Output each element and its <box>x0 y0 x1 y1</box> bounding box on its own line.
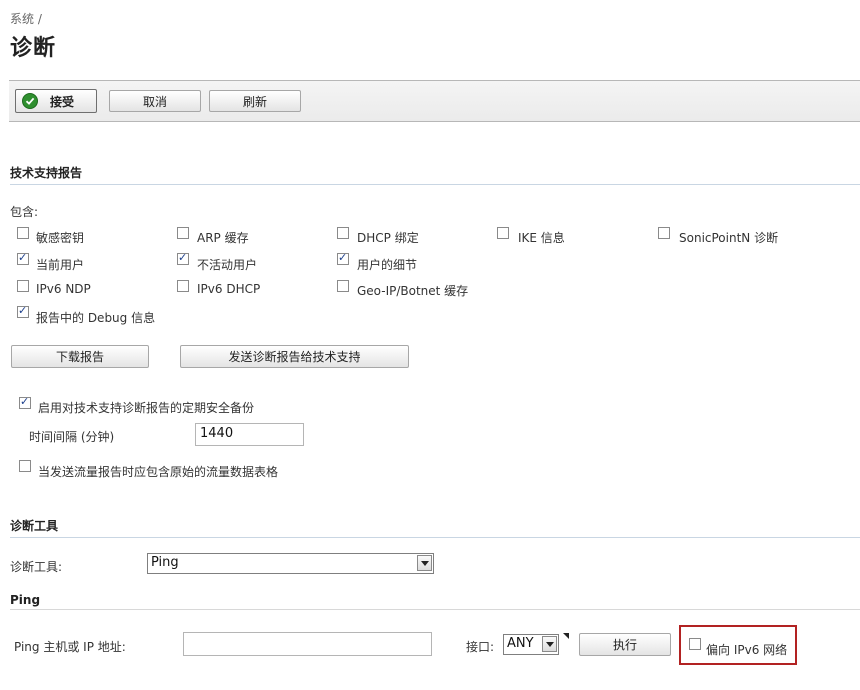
tool-label: 诊断工具: <box>10 560 63 574</box>
accept-button[interactable]: 接受 <box>15 89 97 113</box>
option-label: 用户的细节 <box>357 258 418 272</box>
chevron-down-icon[interactable] <box>417 555 432 571</box>
option-label: 不活动用户 <box>197 258 258 272</box>
interval-input[interactable]: 1440 <box>195 423 304 446</box>
checkbox-debug-info[interactable] <box>17 304 29 318</box>
option-label: 当前用户 <box>36 258 85 272</box>
ping-divider <box>10 609 860 610</box>
checkbox-geoip-botnet-cache[interactable] <box>337 280 349 292</box>
download-report-button[interactable]: 下载报告 <box>11 345 149 368</box>
breadcrumb: 系统 / <box>10 12 42 26</box>
checkbox-ike-info[interactable] <box>497 227 509 239</box>
diag-tool-value: Ping <box>151 555 179 570</box>
diag-tool-select[interactable]: Ping <box>147 553 434 574</box>
option-label: IPv6 NDP <box>36 282 91 296</box>
option-label: SonicPointN 诊断 <box>679 231 779 245</box>
option-label: 敏感密钥 <box>36 231 85 245</box>
option-label: ARP 缓存 <box>197 231 249 245</box>
refresh-button[interactable]: 刷新 <box>209 90 301 112</box>
checkbox-prefer-ipv6[interactable] <box>689 638 701 650</box>
prefer-ipv6-label: 偏向 IPv6 网络 <box>706 643 788 657</box>
checkbox-user-details[interactable] <box>337 251 349 265</box>
include-label: 包含: <box>10 205 39 219</box>
check-icon <box>22 93 38 109</box>
page-title: 诊断 <box>10 36 57 61</box>
option-label: IPv6 DHCP <box>197 282 261 296</box>
cancel-button[interactable]: 取消 <box>109 90 201 112</box>
raw-flow-label: 当发送流量报告时应包含原始的流量数据表格 <box>38 465 279 479</box>
checkbox-inactive-users[interactable] <box>177 251 189 265</box>
interval-label: 时间间隔 (分钟) <box>29 430 115 444</box>
ping-host-label: Ping 主机或 IP 地址: <box>14 640 126 654</box>
checkbox-arp-cache[interactable] <box>177 227 189 239</box>
section-diag-tools: 诊断工具 <box>10 517 860 538</box>
interface-value: ANY <box>507 636 534 651</box>
periodic-backup-label: 启用对技术支持诊断报告的定期安全备份 <box>38 401 255 415</box>
checkbox-raw-flow[interactable] <box>19 460 31 472</box>
option-label: 报告中的 Debug 信息 <box>36 311 156 325</box>
ping-section-title: Ping <box>10 593 41 607</box>
checkbox-ipv6-dhcp[interactable] <box>177 280 189 292</box>
checkbox-dhcp-bindings[interactable] <box>337 227 349 239</box>
checkbox-periodic-backup[interactable] <box>19 395 31 409</box>
interface-label: 接口: <box>466 640 495 654</box>
send-report-button[interactable]: 发送诊断报告给技术支持 <box>180 345 409 368</box>
checkbox-ipv6-ndp[interactable] <box>17 280 29 292</box>
marker-icon <box>563 633 569 639</box>
section-tech-support: 技术支持报告 <box>10 164 860 185</box>
interface-select[interactable]: ANY <box>503 634 559 655</box>
checkbox-sensitive-keys[interactable] <box>17 227 29 239</box>
checkbox-sonicpointn-diag[interactable] <box>658 227 670 239</box>
checkbox-current-users[interactable] <box>17 251 29 265</box>
ping-host-input[interactable] <box>183 632 432 656</box>
chevron-down-icon[interactable] <box>542 636 557 652</box>
option-label: Geo-IP/Botnet 缓存 <box>357 284 469 298</box>
option-label: IKE 信息 <box>518 231 565 245</box>
option-label: DHCP 绑定 <box>357 231 419 245</box>
execute-button[interactable]: 执行 <box>579 633 671 656</box>
accept-label: 接受 <box>50 95 75 109</box>
